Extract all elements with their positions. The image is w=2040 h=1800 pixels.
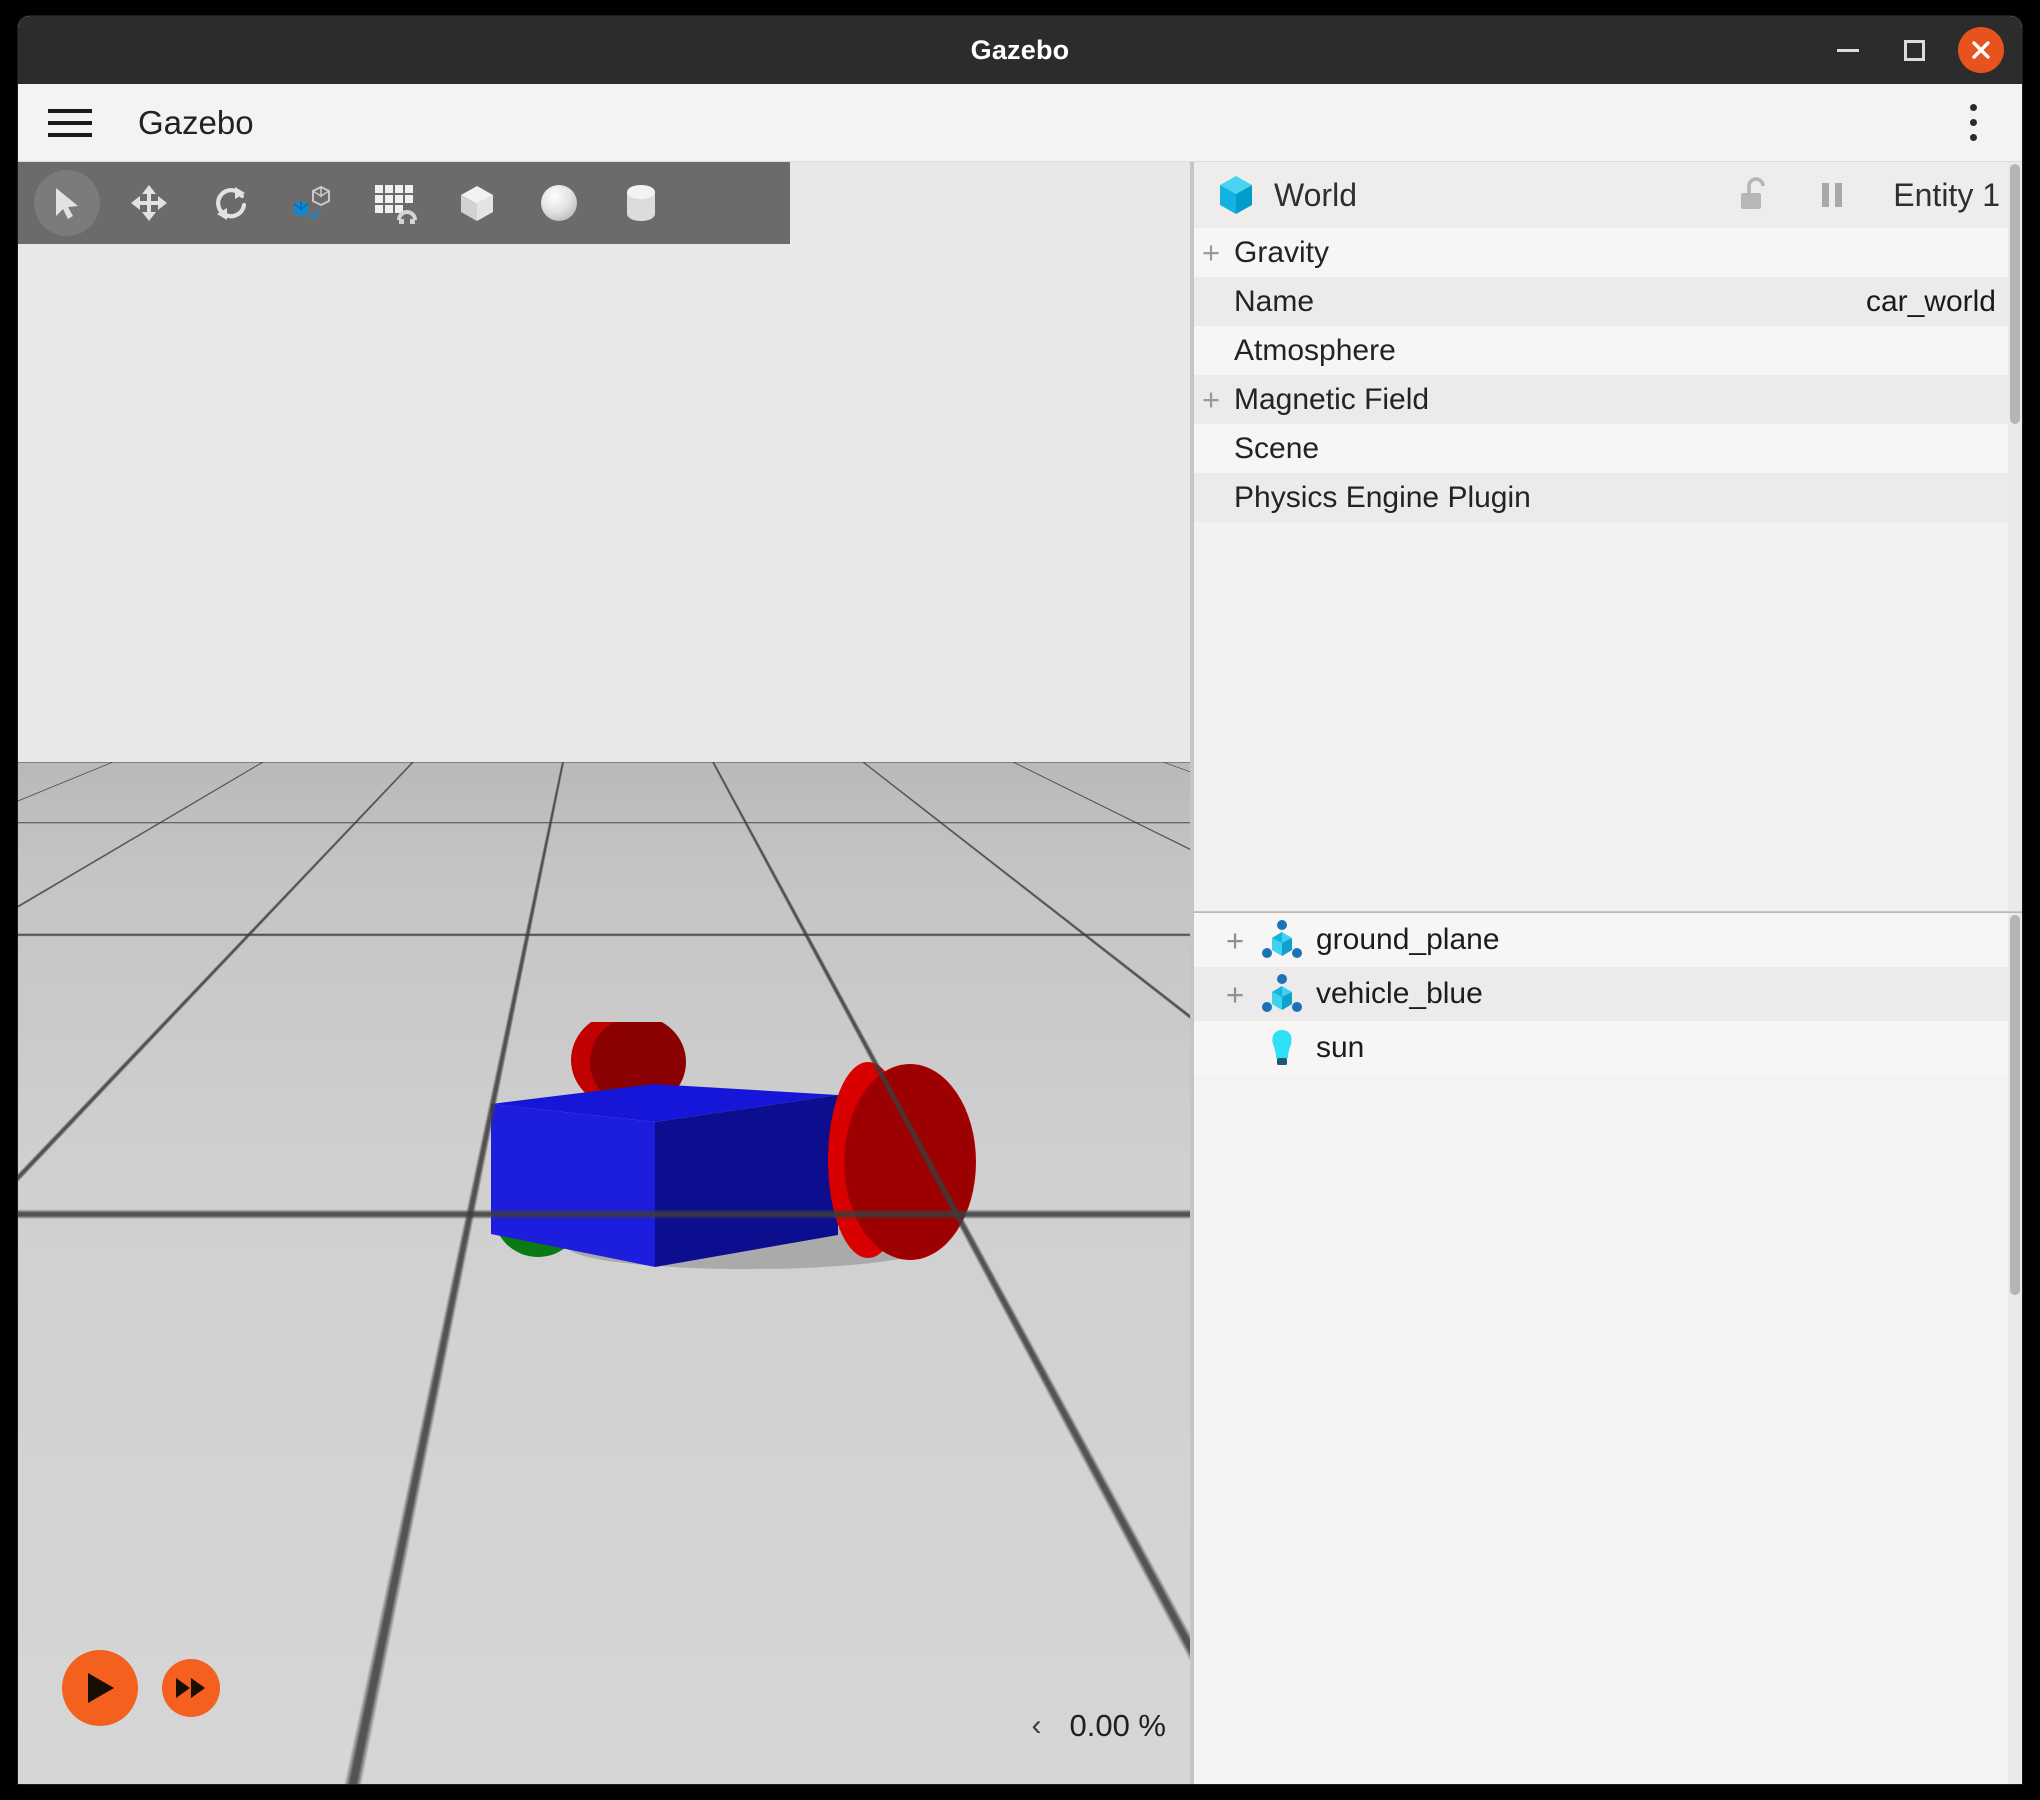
edit-toolbar bbox=[18, 162, 790, 244]
app-header: Gazebo bbox=[18, 84, 2022, 162]
main-body: ‹ 0.00 % World Entity 1 + Gravity Name c… bbox=[18, 162, 2022, 1784]
property-row[interactable]: + Magnetic Field bbox=[1194, 375, 2022, 424]
close-button[interactable] bbox=[1958, 27, 2004, 73]
list-item-label: ground_plane bbox=[1316, 923, 1500, 956]
grid-snap-icon[interactable] bbox=[354, 162, 436, 244]
inspector-header-tools: Entity 1 bbox=[1715, 166, 2022, 224]
play-button[interactable] bbox=[62, 1650, 138, 1726]
right-panel: World Entity 1 + Gravity Name car_world … bbox=[1194, 162, 2022, 1784]
inspector-header: World Entity 1 bbox=[1194, 162, 2022, 228]
property-label: Scene bbox=[1234, 431, 1320, 465]
fast-forward-icon bbox=[176, 1678, 205, 1698]
hamburger-menu-icon[interactable] bbox=[48, 97, 100, 149]
rotate-icon[interactable] bbox=[190, 162, 272, 244]
property-row[interactable]: Name car_world bbox=[1194, 277, 2022, 326]
list-item[interactable]: + ground_plane bbox=[1194, 913, 2022, 967]
expand-toggle[interactable]: + bbox=[1202, 384, 1234, 415]
realtime-factor-label: 0.00 % bbox=[1069, 1708, 1166, 1743]
scrollbar-thumb[interactable] bbox=[2010, 915, 2020, 1295]
list-item-label: sun bbox=[1316, 1031, 1365, 1064]
box-shape-icon[interactable] bbox=[436, 162, 518, 244]
property-value: car_world bbox=[1865, 284, 1996, 318]
kebab-menu-icon[interactable] bbox=[1950, 97, 1996, 149]
expand-toggle[interactable]: + bbox=[1226, 979, 1260, 1010]
app-window: Gazebo Gazebo ‹ 0.00 % World Entity 1 + … bbox=[18, 16, 2022, 1784]
property-label: Atmosphere bbox=[1234, 333, 1396, 367]
property-row[interactable]: Scene bbox=[1194, 424, 2022, 473]
inspector-scrollbar[interactable] bbox=[2008, 162, 2022, 911]
sim-controls bbox=[62, 1650, 220, 1726]
select-arrow-icon[interactable] bbox=[26, 162, 108, 244]
scene-ground bbox=[18, 385, 1190, 1784]
unlock-icon[interactable] bbox=[1715, 166, 1793, 224]
property-label: Name bbox=[1234, 284, 1315, 318]
scene-viewport[interactable]: ‹ 0.00 % bbox=[18, 162, 1190, 1784]
model-tree-icon bbox=[1262, 920, 1302, 958]
sphere-shape-icon[interactable] bbox=[518, 162, 600, 244]
maximize-button[interactable] bbox=[1892, 28, 1936, 72]
window-title: Gazebo bbox=[970, 34, 1070, 65]
viewport-status: ‹ 0.00 % bbox=[1031, 1708, 1166, 1744]
inspector-title: World bbox=[1274, 176, 1357, 213]
property-row[interactable]: Atmosphere bbox=[1194, 326, 2022, 375]
list-item[interactable]: sun bbox=[1194, 1021, 2022, 1075]
minimize-button[interactable] bbox=[1826, 28, 1870, 72]
world-cube-icon bbox=[1220, 176, 1252, 214]
window-controls bbox=[1826, 16, 2004, 84]
property-label: Physics Engine Plugin bbox=[1234, 480, 1531, 514]
property-row[interactable]: Physics Engine Plugin bbox=[1194, 473, 2022, 522]
scrollbar-thumb[interactable] bbox=[2010, 164, 2020, 424]
step-forward-button[interactable] bbox=[162, 1659, 220, 1717]
property-row[interactable]: + Gravity bbox=[1194, 228, 2022, 277]
model-tree-icon bbox=[1262, 974, 1302, 1012]
list-item[interactable]: + vehicle_blue bbox=[1194, 967, 2022, 1021]
entity-label: Entity 1 bbox=[1893, 176, 2000, 213]
component-inspector: World Entity 1 + Gravity Name car_world … bbox=[1194, 162, 2022, 912]
vehicle-blue-model[interactable] bbox=[448, 1022, 988, 1272]
list-item-label: vehicle_blue bbox=[1316, 977, 1483, 1010]
minimize-icon bbox=[1837, 48, 1859, 52]
property-label: Gravity bbox=[1234, 235, 1330, 269]
property-label: Magnetic Field bbox=[1234, 382, 1430, 416]
pause-icon[interactable] bbox=[1793, 166, 1871, 224]
expand-toggle[interactable]: + bbox=[1226, 925, 1260, 956]
play-icon bbox=[88, 1673, 114, 1703]
expand-toggle[interactable]: + bbox=[1202, 237, 1234, 268]
light-bulb-icon bbox=[1272, 1030, 1292, 1065]
tree-scrollbar[interactable] bbox=[2008, 913, 2022, 1784]
chevron-left-icon[interactable]: ‹ bbox=[1031, 1709, 1041, 1743]
page-title: Gazebo bbox=[138, 103, 254, 141]
title-bar: Gazebo bbox=[18, 16, 2022, 84]
entity-tree: + ground_plane + vehicle_blue sun bbox=[1194, 912, 2022, 1784]
scene-sky bbox=[18, 162, 1190, 762]
close-icon bbox=[1972, 41, 1990, 59]
maximize-icon bbox=[1903, 39, 1925, 61]
property-list: + Gravity Name car_world Atmosphere + Ma… bbox=[1194, 228, 2022, 911]
cylinder-shape-icon[interactable] bbox=[600, 162, 682, 244]
transform-control-icon[interactable] bbox=[272, 162, 354, 244]
translate-icon[interactable] bbox=[108, 162, 190, 244]
